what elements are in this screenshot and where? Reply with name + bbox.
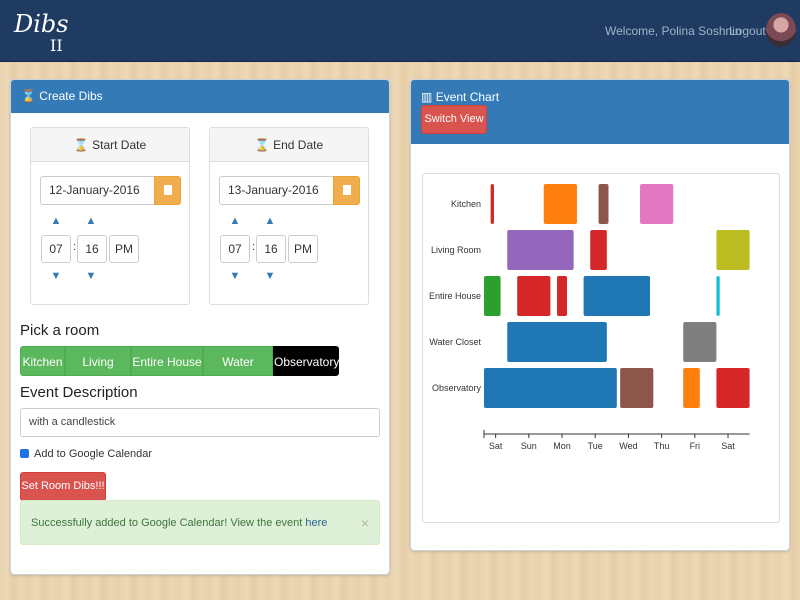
day-tick-label: Sat (489, 441, 503, 451)
event-bar (507, 322, 607, 362)
room-label: Water Closet (429, 337, 481, 347)
room-button-observatory[interactable]: Observatory (273, 346, 339, 376)
event-description-input[interactable]: with a candlestick (20, 408, 380, 437)
time-separator: : (252, 241, 256, 253)
day-tick-label: Mon (553, 441, 571, 451)
brand-logo[interactable]: Dibs II (14, 12, 69, 55)
end-minute-down-chevron-icon[interactable]: ▼ (262, 270, 278, 282)
event-bar (620, 368, 654, 408)
start-minute-down-chevron-icon[interactable]: ▼ (83, 270, 99, 282)
event-bar (490, 184, 494, 224)
day-tick-label: Sun (521, 441, 537, 451)
start-date-header: ⌛ Start Date (31, 128, 189, 162)
set-room-dibs-button[interactable]: Set Room Dibs!!! (20, 472, 106, 501)
end-date-input[interactable]: 13-January-2016 (219, 176, 333, 205)
pick-room-label: Pick a room (20, 322, 100, 339)
room-button-living-room[interactable]: Living Room (65, 346, 131, 399)
day-tick-label: Fri (690, 441, 701, 451)
start-date-label: Start Date (92, 138, 147, 152)
start-calendar-icon[interactable] (154, 176, 181, 205)
start-date-box: ⌛ Start Date 12-January-2016 ▲ ▲ 07 : 16… (30, 127, 190, 305)
event-bar (640, 184, 674, 224)
event-bar (543, 184, 577, 224)
end-date-label: End Date (273, 138, 324, 152)
close-icon[interactable]: × (361, 515, 369, 531)
end-hour-down-chevron-icon[interactable]: ▼ (227, 270, 243, 282)
event-chart-panel: ▥ Event Chart Switch View Kitchen Living … (410, 79, 790, 551)
end-minute-input[interactable]: 16 (256, 235, 286, 263)
hourglass-start-icon: ⌛ (73, 138, 89, 152)
end-minute-up-chevron-icon[interactable]: ▲ (262, 215, 278, 227)
day-tick-label: Wed (619, 441, 637, 451)
event-bar (583, 276, 650, 316)
avatar[interactable] (766, 13, 796, 47)
room-button-kitchen[interactable]: Kitchen (20, 346, 65, 376)
start-minute-up-chevron-icon[interactable]: ▲ (83, 215, 99, 227)
end-calendar-icon[interactable] (333, 176, 360, 205)
room-label: Living Room (431, 245, 481, 255)
event-bar (484, 368, 617, 408)
welcome-text: Welcome, Polina Soshnin (605, 24, 742, 38)
create-dibs-header: ⌛ Create Dibs (11, 80, 389, 113)
event-chart-header: ▥ Event Chart Switch View (411, 80, 789, 144)
hourglass-end-icon: ⌛ (254, 138, 270, 152)
navbar: Dibs II Welcome, Polina Soshnin Logout (0, 0, 800, 62)
start-period-button[interactable]: PM (109, 235, 139, 263)
start-hour-up-chevron-icon[interactable]: ▲ (48, 215, 64, 227)
start-hour-input[interactable]: 07 (41, 235, 71, 263)
brand-suffix: II (50, 36, 63, 55)
event-bar (517, 276, 551, 316)
google-calendar-checkbox[interactable] (20, 449, 29, 458)
event-chart-title: Event Chart (435, 90, 500, 104)
room-label: Observatory (432, 383, 482, 393)
end-date-box: ⌛ End Date 13-January-2016 ▲ ▲ 07 : 16 P… (209, 127, 369, 305)
end-hour-up-chevron-icon[interactable]: ▲ (227, 215, 243, 227)
end-hour-input[interactable]: 07 (220, 235, 250, 263)
start-date-input[interactable]: 12-January-2016 (40, 176, 154, 205)
switch-view-button[interactable]: Switch View (421, 105, 487, 134)
logout-link[interactable]: Logout (729, 24, 766, 38)
day-tick-label: Tue (588, 441, 603, 451)
alert-message: Successfully added to Google Calendar! V… (31, 517, 303, 529)
end-period-button[interactable]: PM (288, 235, 318, 263)
event-description-label: Event Description (20, 384, 138, 401)
room-label: Kitchen (451, 199, 481, 209)
room-button-water-closet[interactable]: Water Closet (203, 346, 273, 399)
create-dibs-title: Create Dibs (39, 89, 103, 103)
room-button-entire-house[interactable]: Entire House (131, 346, 203, 376)
success-alert: Successfully added to Google Calendar! V… (20, 500, 380, 545)
event-timeline-chart: Kitchen Living Room Entire House Water Clos… (429, 184, 750, 451)
event-bar (716, 276, 720, 316)
time-separator: : (73, 241, 77, 253)
event-bar (716, 368, 750, 408)
room-label: Entire House (429, 291, 481, 301)
event-chart: Kitchen Living Room Entire House Water Clos… (422, 173, 780, 523)
day-tick-label: Sat (721, 441, 735, 451)
event-bar (507, 230, 574, 270)
alert-event-link[interactable]: here (305, 517, 327, 529)
event-bar (557, 276, 567, 316)
hourglass-icon: ⌛ (21, 89, 36, 103)
start-hour-down-chevron-icon[interactable]: ▼ (48, 270, 64, 282)
event-bar (716, 230, 750, 270)
day-tick-label: Thu (654, 441, 670, 451)
event-bar (683, 322, 717, 362)
event-bar (683, 368, 700, 408)
bar-chart-icon: ▥ (421, 90, 433, 104)
google-calendar-label: Add to Google Calendar (34, 448, 153, 460)
start-minute-input[interactable]: 16 (77, 235, 107, 263)
event-bar (484, 276, 501, 316)
event-bar (598, 184, 609, 224)
event-bar (590, 230, 607, 270)
end-date-header: ⌛ End Date (210, 128, 368, 162)
